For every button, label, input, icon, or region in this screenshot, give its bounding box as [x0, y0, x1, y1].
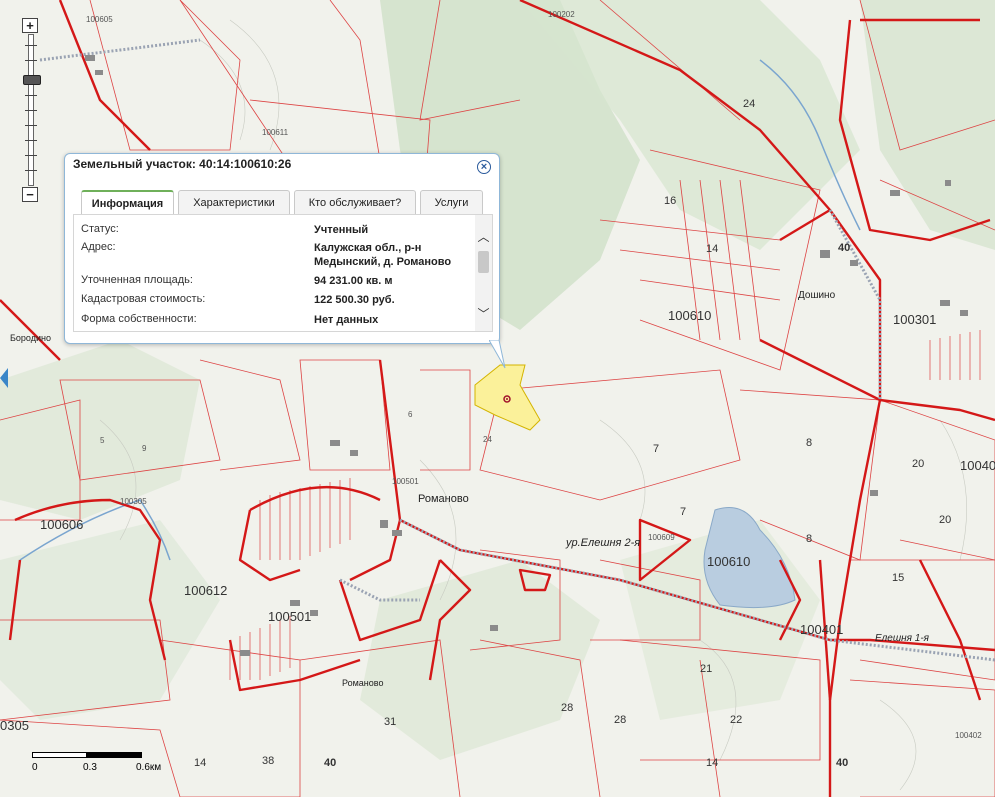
parcel-number: 8: [806, 437, 813, 449]
tab-characteristics[interactable]: Характеристики: [178, 190, 290, 214]
zoom-tick: [25, 60, 37, 61]
place-label-romanovo-south: Романово: [342, 678, 384, 688]
zoom-tick: [25, 155, 37, 156]
parcel-number: 7: [653, 443, 660, 455]
cadastral-label: 100610: [668, 308, 712, 323]
address-value: Калужская обл., р-н Медынский, д. Романо…: [314, 242, 452, 268]
ownership-value: Нет данных: [314, 314, 379, 326]
place-label-elesha-2: ур.Елешня 2-я: [566, 537, 641, 549]
cadastral-label: 100611: [262, 128, 289, 137]
parcel-number: 22: [730, 714, 743, 726]
popup-scrollbar[interactable]: ︿ ﹀: [475, 215, 492, 331]
cadastral-label: 100605: [86, 15, 113, 24]
status-value: Учтенный: [314, 224, 369, 236]
parcel-number: 9: [142, 444, 147, 453]
parcel-number: 28: [561, 702, 574, 714]
zoom-tick: [25, 110, 37, 111]
scale-bar: 0 0.3 0.6км: [32, 752, 161, 773]
parcel-number: 21: [700, 663, 713, 675]
parcel-number: 40: [838, 242, 851, 254]
popup-info-panel: Статус: Учтенный Адрес: Калужская обл., …: [73, 214, 493, 332]
parcel-number: 5: [100, 436, 105, 445]
cadastral-label: 100606: [40, 517, 84, 532]
parcel-number: 16: [664, 195, 677, 207]
scale-label-end: 0.6км: [136, 762, 162, 773]
parcel-number: 20: [912, 458, 925, 470]
scroll-thumb[interactable]: [478, 251, 489, 273]
zoom-tick: [25, 125, 37, 126]
cadastral-label: 100612: [184, 583, 228, 598]
cadastral-label: 100301: [893, 312, 937, 327]
cadastral-label: 100501: [392, 477, 419, 486]
place-label-borodino: Бородино: [10, 333, 51, 343]
parcel-number: 14: [706, 757, 719, 769]
parcel-number: 24: [743, 98, 756, 110]
cadastral-label: 100401: [800, 622, 844, 637]
area-value: 94 231.00 кв. м: [314, 275, 393, 287]
scroll-up-icon[interactable]: ︿: [477, 231, 490, 244]
status-label: Статус:: [81, 223, 119, 235]
parcel-number: 28: [614, 714, 627, 726]
cadastral-label: 10040: [960, 458, 995, 473]
parcel-number: 7: [680, 506, 687, 518]
area-label: Уточненная площадь:: [81, 274, 193, 286]
parcel-number: 6: [408, 410, 413, 419]
popup-title: Земельный участок: 40:14:100610:26: [73, 157, 292, 171]
parcel-number: 40: [324, 757, 337, 769]
parcel-number: 24: [483, 435, 492, 444]
scale-label-start: 0: [32, 762, 38, 773]
place-label-romanovo: Романово: [418, 493, 469, 505]
address-label: Адрес:: [81, 241, 116, 253]
pan-left-arrow-icon[interactable]: [0, 368, 8, 388]
parcel-number: 8: [806, 533, 813, 545]
scroll-down-icon[interactable]: ﹀: [477, 308, 490, 321]
zoom-tick: [25, 95, 37, 96]
cadastral-value-value: 122 500.30 руб.: [314, 294, 395, 306]
place-label-doshino: Дошино: [798, 290, 836, 301]
scale-label-mid: 0.3: [83, 762, 97, 773]
cadastral-label: 100305: [120, 497, 147, 506]
tab-information[interactable]: Информация: [81, 190, 174, 214]
zoom-tick: [25, 140, 37, 141]
parcel-number: 38: [262, 755, 275, 767]
scale-segment: [32, 752, 87, 758]
zoom-slider-handle[interactable]: [23, 75, 41, 85]
cadastral-label: 100202: [548, 10, 575, 19]
parcel-number: 14: [194, 757, 207, 769]
zoom-in-button[interactable]: +: [22, 18, 38, 33]
cadastral-label: 100609: [648, 533, 675, 542]
parcel-info-popup: Земельный участок: 40:14:100610:26 × Инф…: [64, 153, 500, 344]
close-icon[interactable]: ×: [477, 160, 491, 174]
zoom-tick: [25, 45, 37, 46]
cadastral-label: 0305: [0, 718, 29, 733]
cadastral-label: 100501: [268, 609, 312, 624]
parcel-number: 20: [939, 514, 952, 526]
zoom-control: + −: [22, 18, 41, 202]
tab-services[interactable]: Услуги: [420, 190, 483, 214]
cadastral-value-label: Кадастровая стоимость:: [81, 293, 206, 305]
cadastral-map[interactable]: [0, 0, 995, 797]
tab-who-serves[interactable]: Кто обслуживает?: [294, 190, 416, 214]
parcel-number: 31: [384, 716, 397, 728]
cadastral-label: 100402: [955, 731, 982, 740]
parcel-number: 40: [836, 757, 849, 769]
cadastral-label: 100610: [707, 554, 751, 569]
parcel-number: 14: [706, 243, 719, 255]
zoom-tick: [25, 170, 37, 171]
ownership-label: Форма собственности:: [81, 313, 197, 325]
place-label-elesha-1: Елешня 1-я: [875, 633, 930, 644]
zoom-slider-track[interactable]: [23, 34, 41, 186]
parcel-number: 15: [892, 572, 905, 584]
popup-tail: [489, 340, 506, 369]
scale-segment: [87, 752, 142, 758]
zoom-out-button[interactable]: −: [22, 187, 38, 202]
